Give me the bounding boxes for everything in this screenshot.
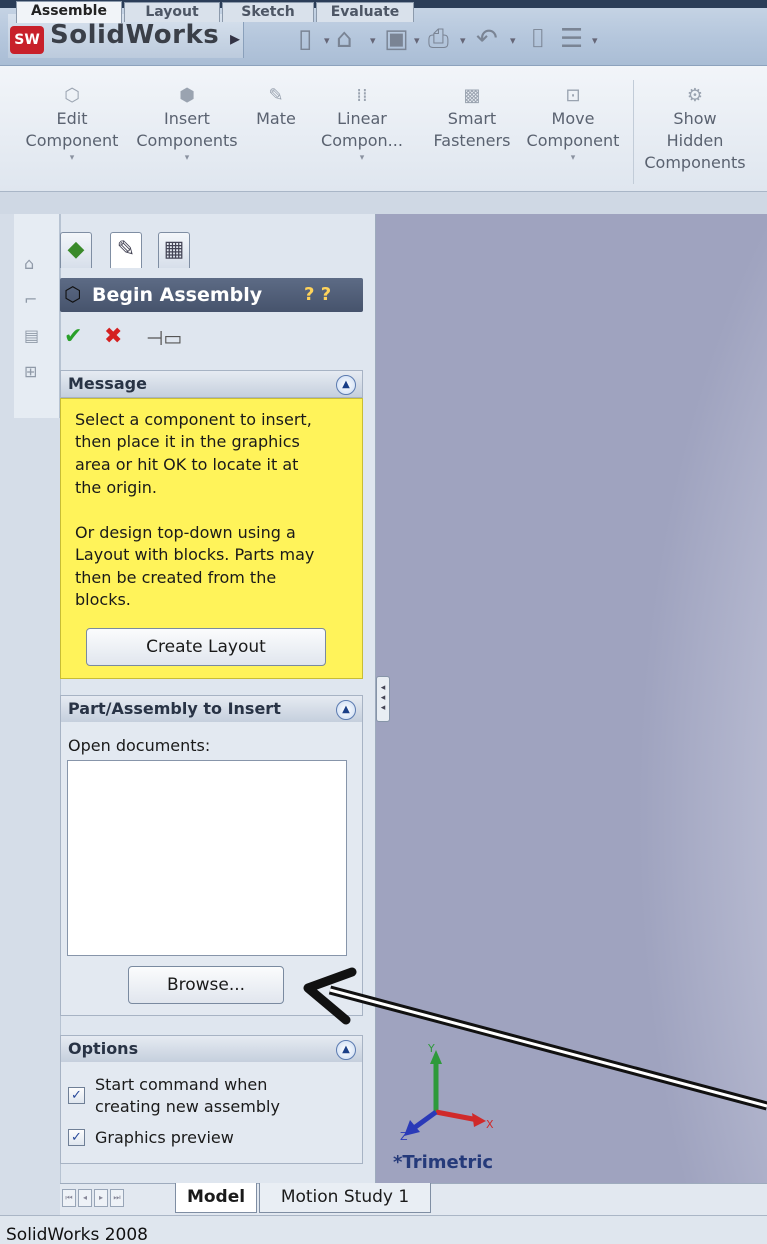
x-axis-arrow [472,1113,486,1127]
insert-components-button[interactable]: ⬢ Insert Components ▾ [132,86,242,164]
create-layout-button[interactable]: Create Layout [86,628,326,666]
z-axis-label: Z [400,1130,408,1143]
view-orientation-label: *Trimetric [393,1152,494,1173]
prev-tab-icon[interactable]: ◂ [78,1189,92,1207]
open-documents-label: Open documents: [68,736,211,755]
dropdown-icon[interactable]: ▾ [370,34,376,47]
start-command-checkbox[interactable]: ✓ [68,1087,85,1104]
move-component-button[interactable]: ⊡ Move Component ▾ [522,86,624,164]
graphics-preview-checkbox[interactable]: ✓ [68,1129,85,1146]
reference-triad: Y X Z [400,1042,494,1143]
graphics-preview-label: Graphics preview [95,1128,234,1147]
y-axis-label: Y [427,1042,435,1055]
mate-icon: ✎ [268,85,284,106]
assembly-icon[interactable]: ⌂ [24,254,34,273]
show-hidden-components-button[interactable]: ⚙ Show Hidden Components [640,86,750,174]
message-group-header[interactable]: Message ▲ [60,370,363,398]
tab-layout[interactable]: Layout [124,2,220,22]
z-axis-line [412,1109,438,1131]
message-line: Or design top-down using a [75,523,296,542]
dropdown-icon[interactable]: ▾ [510,34,516,47]
dropdown-icon: ▾ [570,153,576,163]
pushpin-icon[interactable]: ⊣▭ [146,326,182,350]
collapse-icon[interactable]: ▲ [336,700,356,720]
smart-fasteners-icon: ▩ [463,85,481,106]
task-icons-strip [14,214,60,418]
tab-evaluate[interactable]: Evaluate [316,2,414,22]
collapse-icon[interactable]: ▲ [336,1040,356,1060]
open-documents-list[interactable] [67,760,347,956]
ribbon-separator [633,80,634,184]
message-line: blocks. [75,590,131,609]
dropdown-icon[interactable]: ▾ [460,34,466,47]
property-manager-tab[interactable]: ✎ [110,232,142,268]
feature-tree-icon: ◆ [67,237,85,262]
first-tab-icon[interactable]: ⏮ [62,1189,76,1207]
app-title: SolidWorks [50,20,220,50]
options-group-header[interactable]: Options ▲ [60,1035,363,1063]
save-icon[interactable]: ▣ [384,24,409,54]
insert-components-icon: ⬢ [179,85,195,106]
start-command-label-line1: Start command when [95,1075,268,1094]
cancel-icon[interactable]: ✖ [104,324,122,349]
print-icon[interactable]: ⎙ [428,24,449,55]
dropdown-icon: ▾ [359,153,365,163]
new-document-icon[interactable]: ▯ [298,24,312,54]
last-tab-icon[interactable]: ⏭ [110,1189,124,1207]
pattern-icon[interactable]: ⊞ [24,362,37,381]
panel-splitter-handle[interactable]: ◂ ◂ ◂ [376,676,390,722]
tab-motion-study[interactable]: Motion Study 1 [259,1183,431,1213]
mate-button[interactable]: ✎ Mate [248,86,304,130]
insert-group-header[interactable]: Part/Assembly to Insert ▲ [60,695,363,723]
menu-expand-icon[interactable]: ▸ [230,26,240,50]
linear-pattern-icon: ⁞⁞ [356,85,368,106]
undo-icon[interactable]: ↶ [476,24,498,54]
part-icon[interactable]: ▤ [24,326,39,345]
command-tabs [0,192,767,214]
smart-fasteners-button[interactable]: ▩ Smart Fasteners [424,86,520,152]
tab-assemble[interactable]: Assemble [16,1,122,23]
status-text: SolidWorks 2008 [6,1225,149,1244]
dropdown-icon[interactable]: ▾ [324,34,330,47]
x-axis-label: X [486,1118,494,1131]
move-component-icon: ⊡ [565,85,581,106]
message-line: area or hit OK to locate it at [75,455,299,474]
message-line: Select a component to insert, [75,410,312,429]
help-icon[interactable]: ? ? [304,284,331,305]
select-icon[interactable]: ⌷ [530,24,546,55]
message-line: Layout with blocks. Parts may [75,545,315,564]
ok-icon[interactable]: ✔ [64,324,82,349]
edit-component-icon: ⬡ [64,85,80,106]
property-icon: ✎ [116,237,136,262]
options-icon[interactable]: ☰ [560,24,583,54]
start-command-label-line2: creating new assembly [95,1097,280,1116]
message-line: then place it in the graphics [75,432,300,451]
collapse-icon[interactable]: ▲ [336,375,356,395]
solidworks-logo: SW [10,26,44,54]
open-document-icon[interactable]: ⌂ [336,24,353,54]
configuration-manager-tab[interactable]: ▦ [158,232,190,268]
edit-component-button[interactable]: ⬡ Edit Component ▾ [22,86,122,164]
dropdown-icon: ▾ [184,153,190,163]
component-icon[interactable]: ⌐ [24,290,37,309]
feature-manager-tab[interactable]: ◆ [60,232,92,268]
show-hidden-icon: ⚙ [686,85,704,106]
message-line: the origin. [75,478,157,497]
message-line: then be created from the [75,568,277,587]
configuration-icon: ▦ [163,237,185,262]
tab-sketch[interactable]: Sketch [222,2,314,22]
begin-assembly-icon: ⬡ [64,282,82,306]
x-axis-line [435,1109,479,1123]
next-tab-icon[interactable]: ▸ [94,1189,108,1207]
dropdown-icon: ▾ [69,153,75,163]
browse-button[interactable]: Browse... [128,966,284,1004]
dropdown-icon[interactable]: ▾ [414,34,420,47]
tab-model[interactable]: Model [175,1183,257,1213]
linear-component-pattern-button[interactable]: ⁞⁞ Linear Compon... ▾ [314,86,410,164]
dropdown-icon[interactable]: ▾ [592,34,598,47]
